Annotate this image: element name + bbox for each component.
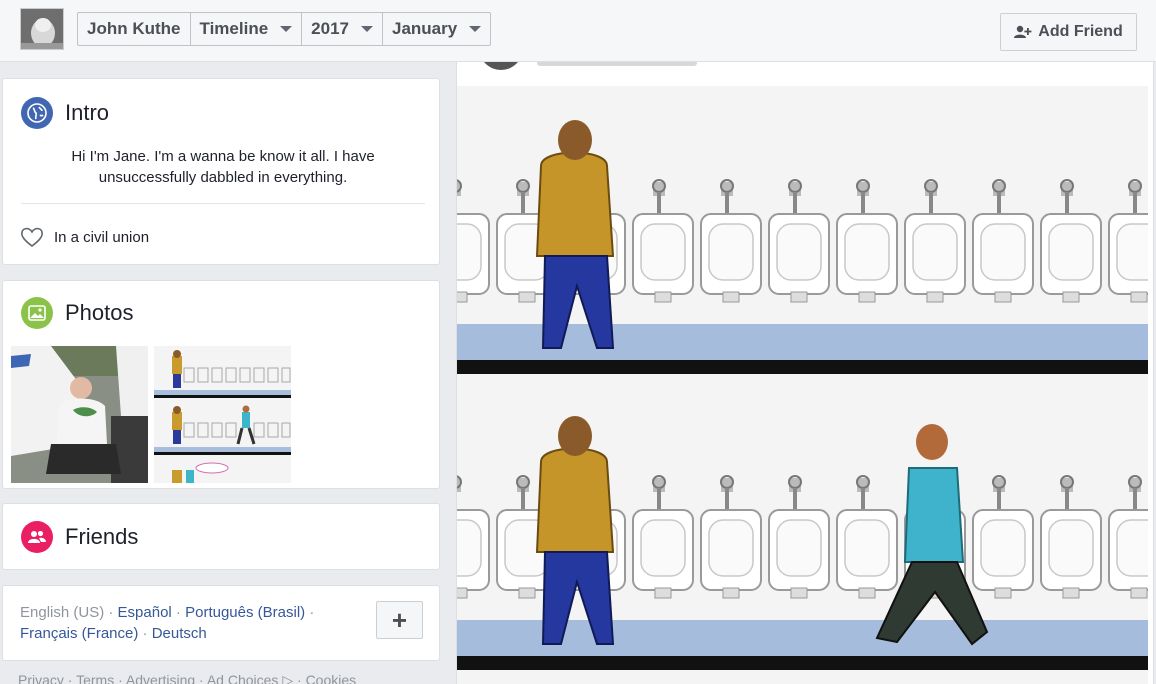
profile-name-link[interactable]: John Kuthe (78, 13, 191, 45)
footer-link[interactable]: Ad Choices (207, 672, 279, 684)
friends-card: Friends (2, 503, 440, 570)
footer-link[interactable]: Advertising (126, 672, 195, 684)
relationship-status: In a civil union (20, 226, 149, 248)
photo-icon (21, 297, 53, 329)
footer-links: Privacy · Terms · Advertising · Ad Choic… (18, 672, 356, 684)
footer-link[interactable]: Terms (76, 672, 114, 684)
globe-icon (21, 97, 53, 129)
profile-name: John Kuthe (87, 19, 181, 38)
language-link[interactable]: Português (Brasil) (185, 604, 305, 621)
chevron-down-icon (469, 26, 482, 32)
add-language-button[interactable]: + (376, 601, 423, 639)
plus-icon: + (391, 604, 408, 635)
photo-thumbnail[interactable] (154, 346, 291, 483)
friends-icon (21, 521, 53, 553)
add-friend-button[interactable]: Add Friend (1000, 13, 1137, 51)
timeline-navigator: John Kuthe Timeline 2017 January (77, 12, 492, 46)
current-language: English (US) (20, 604, 105, 621)
heart-icon (21, 227, 43, 248)
footer-link[interactable]: Cookies (306, 672, 357, 684)
intro-title: Intro (65, 100, 110, 125)
timeline-post (456, 62, 1154, 684)
intro-bio: Hi I'm Jane. I'm a wanna be know it all.… (71, 148, 375, 186)
intro-header: Intro (21, 97, 109, 129)
divider (21, 203, 425, 204)
relationship-text: In a civil union (54, 228, 150, 246)
friends-header[interactable]: Friends (21, 521, 138, 553)
language-link[interactable]: Français (France) (20, 625, 138, 642)
ad-choices-icon: ▷ (282, 672, 294, 684)
photo-thumbnail[interactable] (11, 346, 148, 483)
language-list: English (US) · Español · Português (Bras… (20, 604, 315, 642)
photos-title: Photos (65, 300, 134, 325)
friends-title: Friends (65, 524, 139, 549)
add-person-icon (1014, 25, 1032, 38)
language-card: English (US) · Español · Português (Bras… (2, 585, 440, 661)
intro-card: Intro Hi I'm Jane. I'm a wanna be know i… (2, 78, 440, 265)
year-dropdown[interactable]: 2017 (302, 13, 383, 45)
year-label: 2017 (311, 19, 349, 38)
post-image[interactable] (457, 86, 1153, 684)
timeline-label: Timeline (199, 19, 269, 38)
chevron-down-icon (280, 26, 293, 32)
timeline-dropdown[interactable]: Timeline (191, 13, 303, 45)
chevron-down-icon (360, 26, 373, 32)
post-author-avatar[interactable] (479, 62, 523, 70)
footer-link[interactable]: Privacy (18, 672, 64, 684)
photos-header[interactable]: Photos (21, 297, 134, 329)
photos-card: Photos (2, 280, 440, 489)
month-dropdown[interactable]: January (383, 13, 490, 45)
month-label: January (391, 19, 458, 38)
language-link[interactable]: Español (118, 604, 172, 621)
add-friend-label: Add Friend (1038, 23, 1123, 40)
post-meta-blur (537, 62, 697, 66)
profile-avatar[interactable] (20, 8, 64, 50)
language-link[interactable]: Deutsch (152, 625, 207, 642)
profile-nav-bar: John Kuthe Timeline 2017 January Add Fri… (0, 0, 1156, 62)
